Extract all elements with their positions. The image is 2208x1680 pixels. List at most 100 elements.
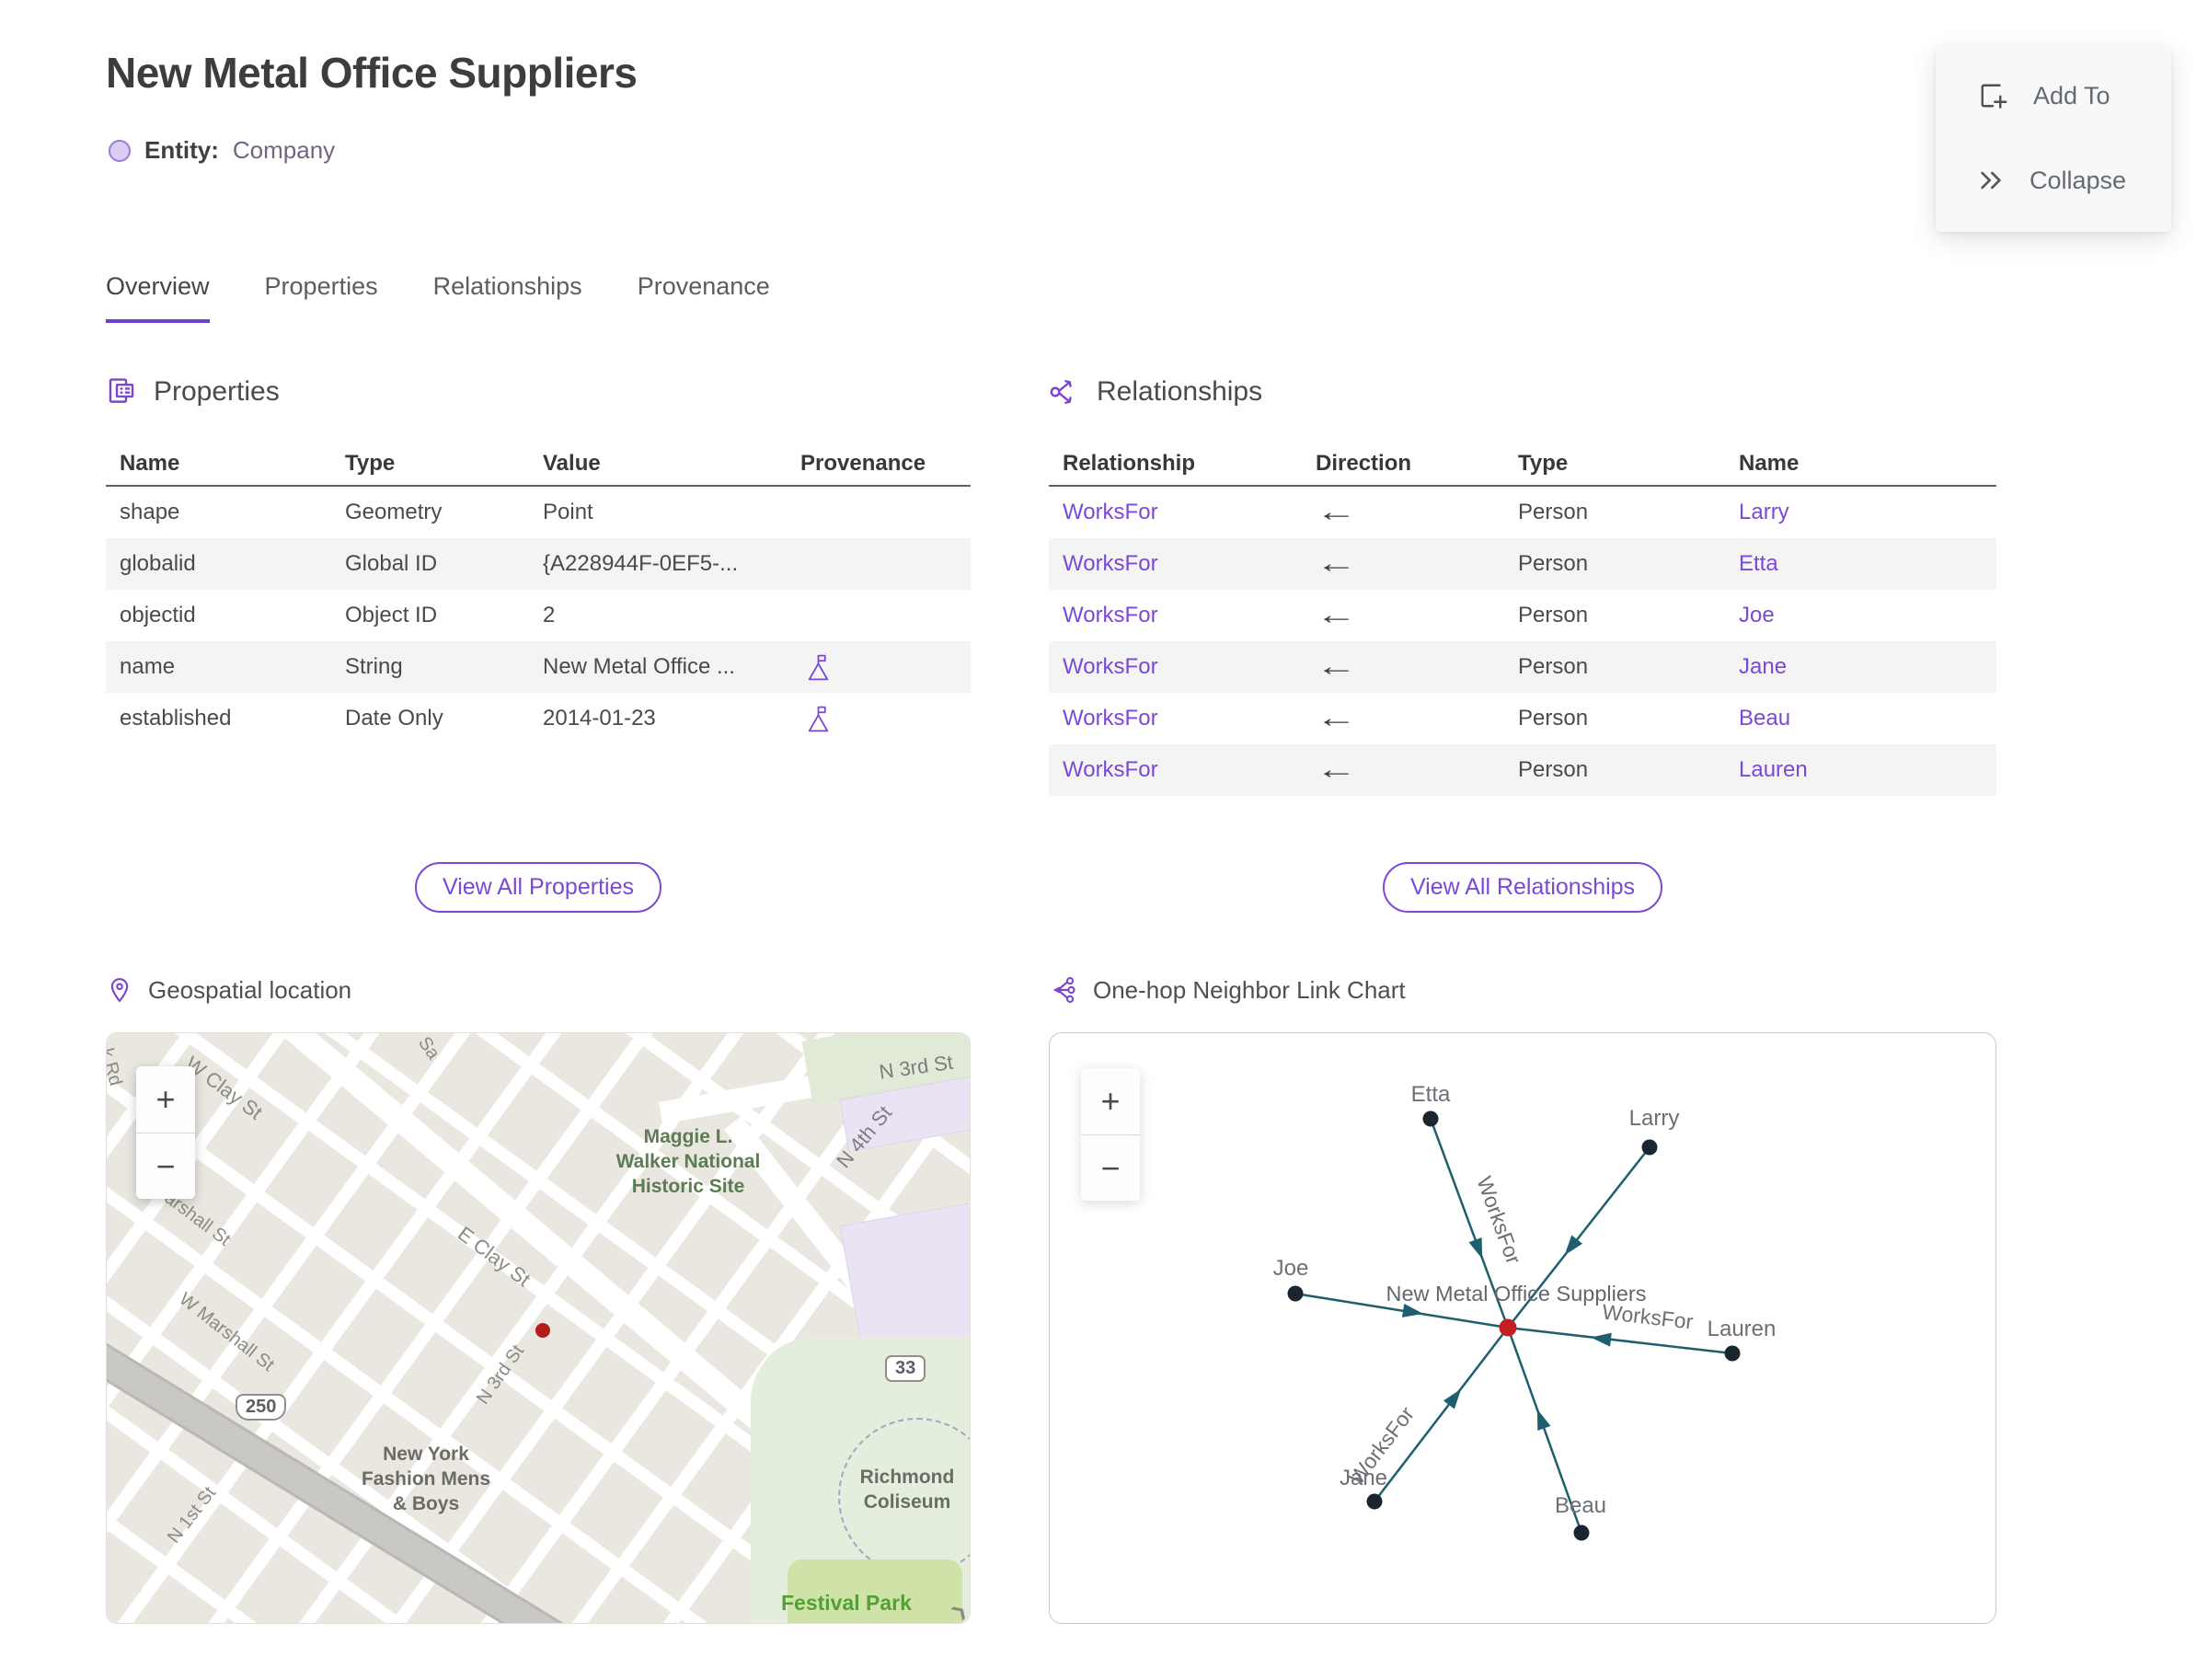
- map-canvas[interactable]: k Rd W Clay St Sa arshall St W Marshall …: [106, 1032, 971, 1624]
- graph-node-joe[interactable]: [1287, 1285, 1304, 1302]
- route-shield-33: 33: [885, 1355, 926, 1382]
- relationship-link[interactable]: WorksFor: [1049, 654, 1302, 680]
- tab-relationships[interactable]: Relationships: [433, 272, 582, 323]
- zoom-in-button[interactable]: +: [1081, 1068, 1140, 1134]
- entity-details-page: New Metal Office Suppliers Entity: Compa…: [0, 0, 2208, 1680]
- property-value: 2014-01-23: [543, 706, 656, 731]
- collapse-label: Collapse: [2030, 166, 2127, 194]
- node-label: Joe: [1273, 1256, 1309, 1281]
- left-arrow: ←: [1316, 498, 1357, 527]
- geospatial-section-title: Geospatial location: [148, 975, 352, 1004]
- relationship-link[interactable]: WorksFor: [1049, 500, 1302, 525]
- left-arrow: ←: [1316, 652, 1357, 682]
- actions-panel: Add To Collapse: [1936, 46, 2171, 232]
- property-type: Object ID: [345, 603, 438, 627]
- link-chart-canvas[interactable]: Etta Larry Joe Lauren Jane Beau New Meta…: [1049, 1032, 1996, 1624]
- zoom-out-button[interactable]: −: [1081, 1134, 1140, 1201]
- place-label-coliseum: Richmond Coliseum: [859, 1467, 955, 1513]
- property-value: Point: [543, 500, 593, 524]
- property-type: Geometry: [345, 500, 443, 524]
- property-value: 2: [543, 603, 556, 627]
- place-label-store: New York Fashion Mens & Boys: [361, 1444, 491, 1514]
- related-entity-link[interactable]: Larry: [1725, 500, 1996, 525]
- graph-node-larry[interactable]: [1641, 1139, 1658, 1156]
- tab-provenance[interactable]: Provenance: [638, 272, 770, 323]
- table-row: objectid Object ID 2: [106, 590, 971, 641]
- node-label: Larry: [1629, 1106, 1680, 1131]
- relationship-type: Person: [1518, 603, 1589, 627]
- relationship-link[interactable]: WorksFor: [1049, 603, 1302, 628]
- entity-location-marker[interactable]: [535, 1323, 550, 1338]
- node-label: Lauren: [1708, 1317, 1777, 1341]
- relationship-link[interactable]: WorksFor: [1049, 757, 1302, 783]
- graph-node-etta[interactable]: [1422, 1110, 1439, 1127]
- left-arrow: ←: [1316, 755, 1357, 785]
- related-entity-link[interactable]: Beau: [1725, 706, 1996, 731]
- property-value: {A228944F-0EF5-...: [543, 551, 739, 576]
- zoom-in-button[interactable]: +: [136, 1066, 195, 1133]
- column-header-direction: Direction: [1316, 451, 1412, 476]
- entity-type-value: Company: [232, 136, 336, 164]
- add-to-label: Add To: [2033, 81, 2110, 109]
- column-header-provenance: Provenance: [800, 451, 926, 476]
- properties-icon: [109, 378, 134, 403]
- properties-column: Properties Name Type Value Provenance sh…: [106, 373, 971, 1624]
- property-name: shape: [120, 500, 180, 524]
- table-row: WorksFor ← Person Beau: [1049, 693, 1996, 744]
- table-row: WorksFor ← Person Lauren: [1049, 744, 1996, 796]
- map-zoom-control: + −: [136, 1066, 195, 1199]
- view-all-relationships-button[interactable]: View All Relationships: [1382, 862, 1663, 913]
- left-arrow: ←: [1316, 549, 1357, 579]
- column-header-relationship: Relationship: [1063, 451, 1196, 476]
- entity-type-icon: [109, 139, 131, 162]
- tab-overview[interactable]: Overview: [106, 272, 210, 323]
- table-row: WorksFor ← Person Joe: [1049, 590, 1996, 641]
- relationship-link[interactable]: WorksFor: [1049, 551, 1302, 577]
- add-to-button[interactable]: Add To: [1976, 79, 2153, 112]
- tab-properties[interactable]: Properties: [265, 272, 378, 323]
- table-row: WorksFor ← Person Etta: [1049, 538, 1996, 590]
- entity-type-row: Entity: Company: [109, 136, 335, 165]
- relationships-section-title: Relationships: [1097, 376, 1263, 407]
- provenance-icon[interactable]: [806, 705, 831, 733]
- property-type: Date Only: [345, 706, 443, 731]
- relationship-type: Person: [1518, 551, 1589, 576]
- graph-node-beau[interactable]: [1573, 1525, 1590, 1541]
- collapse-button[interactable]: Collapse: [1976, 166, 2153, 195]
- add-to-icon: [1981, 84, 2007, 109]
- zoom-out-button[interactable]: −: [136, 1133, 195, 1199]
- view-all-properties-button[interactable]: View All Properties: [415, 862, 661, 913]
- relationship-type: Person: [1518, 706, 1589, 731]
- properties-header-row: Name Type Value Provenance: [106, 443, 971, 487]
- graph-node-center[interactable]: [1499, 1318, 1517, 1337]
- property-name: globalid: [120, 551, 196, 576]
- double-chevron-right-icon: [1981, 171, 2001, 190]
- property-value: New Metal Office ...: [543, 654, 735, 679]
- property-type: Global ID: [345, 551, 438, 576]
- place-label-festival-park: Festival Park: [781, 1591, 912, 1615]
- relationship-type: Person: [1518, 654, 1589, 679]
- related-entity-link[interactable]: Etta: [1725, 551, 1996, 577]
- table-row: globalid Global ID {A228944F-0EF5-...: [106, 538, 971, 590]
- node-label: Etta: [1411, 1082, 1451, 1107]
- graph-node-lauren[interactable]: [1724, 1345, 1741, 1362]
- relationship-link[interactable]: WorksFor: [1049, 706, 1302, 731]
- related-entity-link[interactable]: Joe: [1725, 603, 1996, 628]
- related-entity-link[interactable]: Jane: [1725, 654, 1996, 680]
- property-type: String: [345, 654, 403, 679]
- link-chart-section-title: One-hop Neighbor Link Chart: [1093, 975, 1406, 1004]
- relationships-column: Relationships Relationship Direction Typ…: [1049, 373, 1996, 1624]
- properties-table: Name Type Value Provenance shape Geometr…: [106, 443, 971, 744]
- relationships-header-row: Relationship Direction Type Name: [1049, 443, 1996, 487]
- related-entity-link[interactable]: Lauren: [1725, 757, 1996, 783]
- provenance-icon[interactable]: [806, 653, 831, 682]
- link-chart-graph: Etta Larry Joe Lauren Jane Beau New Meta…: [1273, 1082, 1777, 1541]
- relationships-icon: [1050, 380, 1072, 404]
- table-row: WorksFor ← Person Jane: [1049, 641, 1996, 693]
- place-label-historic-site: Maggie L. Walker National Historic Site: [615, 1126, 761, 1197]
- route-shield-250: 250: [236, 1394, 287, 1421]
- left-arrow: ←: [1316, 704, 1357, 733]
- table-row: established Date Only 2014-01-23: [106, 693, 971, 744]
- graph-node-jane[interactable]: [1366, 1493, 1383, 1510]
- relationships-table: Relationship Direction Type Name WorksFo…: [1049, 443, 1996, 796]
